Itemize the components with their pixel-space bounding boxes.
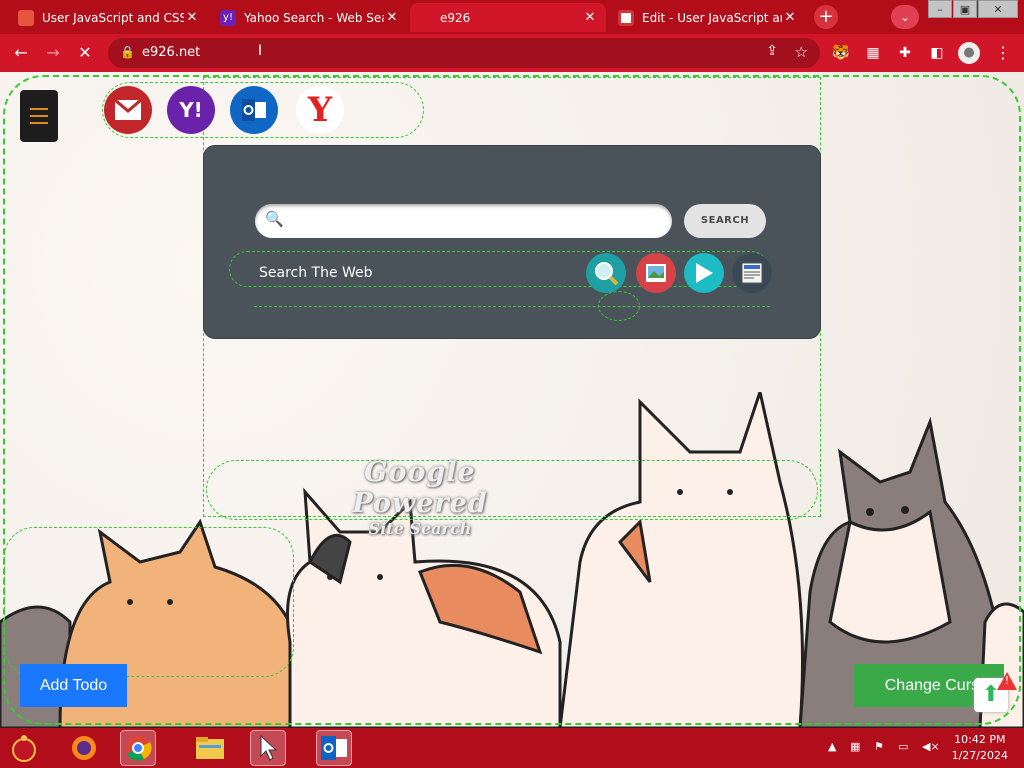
- tab-title: Yahoo Search - Web Search: [244, 10, 384, 25]
- address-bar[interactable]: 🔒 e926.net I ⇪ ☆: [108, 38, 820, 68]
- forward-arrow-icon[interactable]: →: [42, 42, 64, 64]
- tray-network-icon[interactable]: ▦: [850, 740, 860, 753]
- e926-favicon-icon: [420, 10, 432, 26]
- clock-date: 1/27/2024: [951, 749, 1008, 762]
- bookmark-star-icon[interactable]: ☆: [795, 43, 808, 61]
- address-url[interactable]: e926.net: [142, 45, 200, 60]
- close-icon[interactable]: ✕: [582, 10, 598, 25]
- search-icon: 🔍: [265, 210, 284, 228]
- hamburger-menu-button[interactable]: [20, 90, 58, 142]
- close-icon[interactable]: ✕: [184, 10, 200, 25]
- menu-line: [30, 115, 48, 117]
- start-ornament-icon[interactable]: [6, 730, 42, 766]
- taskbar-clock[interactable]: 10:42 PM 1/27/2024: [952, 732, 1008, 764]
- extension-favicon-icon: [18, 9, 34, 26]
- clock-time: 10:42 PM: [954, 733, 1006, 746]
- stop-icon[interactable]: ✕: [74, 42, 96, 64]
- tab-user-js-css[interactable]: User JavaScript and CSS ✕: [8, 3, 208, 32]
- browser-toolbar: ← → ✕ 🔒 e926.net I ⇪ ☆ 🐯 ▦ ✚ ◧ ● ⋮: [0, 34, 1024, 72]
- tab-title: e926: [440, 10, 471, 25]
- tab-strip: User JavaScript and CSS ✕ y! Yahoo Searc…: [0, 0, 1024, 34]
- close-window-button[interactable]: ✕: [978, 0, 1018, 18]
- google-powered-caption: Google Powered Site Search: [300, 457, 540, 538]
- close-icon[interactable]: ✕: [782, 10, 798, 25]
- back-arrow-icon[interactable]: ←: [10, 42, 32, 64]
- minimize-button[interactable]: –: [928, 0, 952, 18]
- outlook-icon[interactable]: [230, 86, 278, 134]
- tray-wifi-icon[interactable]: ▭: [898, 740, 908, 753]
- site-search-text: Site Search: [368, 519, 472, 538]
- panel-divider: [254, 306, 770, 307]
- search-panel: 🔍 SEARCH Search The Web: [203, 145, 821, 339]
- tab-title: User JavaScript and CSS: [42, 10, 184, 25]
- page-viewport: Y! Y 🔍 SEARCH Search The Web Google Powe…: [0, 72, 1024, 728]
- tab-yahoo-search[interactable]: y! Yahoo Search - Web Search ✕: [210, 3, 408, 32]
- os-taskbar: ▲ ▦ ⚑ ▭ ◀× 10:42 PM 1/27/2024: [0, 728, 1024, 768]
- extension-cat-icon[interactable]: 🐯: [830, 42, 852, 64]
- pointer-tool-icon[interactable]: [250, 730, 286, 766]
- file-explorer-icon[interactable]: [192, 730, 228, 766]
- yandex-icon[interactable]: Y: [296, 86, 344, 134]
- gmail-icon[interactable]: [104, 86, 152, 134]
- yahoo-icon[interactable]: Y!: [167, 86, 215, 134]
- new-tab-button[interactable]: +: [814, 5, 838, 29]
- tab-e926[interactable]: e926 ✕: [410, 3, 606, 32]
- search-input[interactable]: 🔍: [255, 204, 672, 238]
- tab-title: Edit - User JavaScript and CSS: [642, 10, 782, 25]
- close-icon[interactable]: ✕: [384, 10, 400, 25]
- outline-left: [4, 527, 294, 677]
- extensions-puzzle-icon[interactable]: ✚: [894, 42, 916, 64]
- google-powered-text: Google Powered: [352, 457, 488, 519]
- lock-icon: 🔒: [120, 45, 135, 59]
- yahoo-favicon-icon: y!: [220, 9, 236, 26]
- search-the-web-input[interactable]: Search The Web: [256, 260, 586, 286]
- tray-expand-icon[interactable]: ▲: [828, 740, 836, 753]
- chrome-icon[interactable]: [120, 730, 156, 766]
- outlook-taskbar-icon[interactable]: [316, 730, 352, 766]
- tab-edit-user-js[interactable]: Edit - User JavaScript and CSS ✕: [608, 3, 806, 32]
- share-icon[interactable]: ⇪: [766, 43, 778, 59]
- tray-volume-icon[interactable]: ◀×: [922, 740, 940, 753]
- menu-line: [30, 108, 48, 110]
- tray-flag-icon[interactable]: ⚑: [874, 740, 884, 753]
- search-web-icon[interactable]: [586, 253, 626, 293]
- edit-favicon-icon: [618, 9, 634, 26]
- text-cursor-icon: I: [258, 43, 263, 59]
- extension-grid-icon[interactable]: ▦: [862, 42, 884, 64]
- menu-line: [30, 122, 48, 124]
- maximize-button[interactable]: ▣: [953, 0, 977, 18]
- news-search-icon[interactable]: [732, 253, 772, 293]
- firefox-icon[interactable]: [66, 730, 102, 766]
- video-search-icon[interactable]: [684, 253, 724, 293]
- panel-circle-outline: [598, 291, 640, 321]
- profile-avatar-icon[interactable]: ●: [958, 42, 980, 64]
- tab-search-button[interactable]: ⌄: [891, 5, 919, 29]
- menu-kebab-icon[interactable]: ⋮: [992, 42, 1014, 64]
- add-todo-button[interactable]: Add Todo: [20, 664, 127, 707]
- image-search-icon[interactable]: [636, 253, 676, 293]
- side-panel-icon[interactable]: ◧: [926, 42, 948, 64]
- search-button[interactable]: SEARCH: [684, 204, 766, 238]
